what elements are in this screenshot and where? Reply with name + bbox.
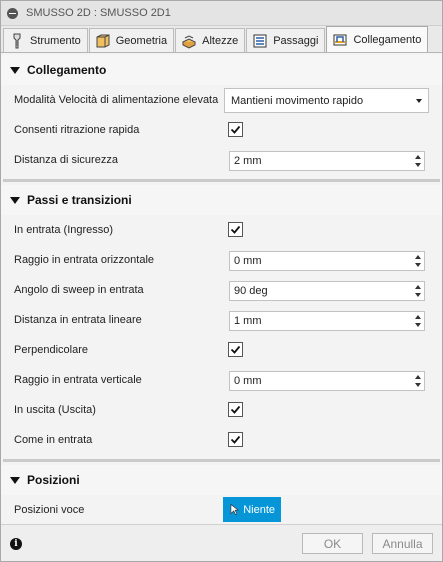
section-divider <box>3 179 440 182</box>
same-as-lead-in-checkbox[interactable] <box>228 432 243 447</box>
lead-out-row: In uscita (Uscita) <box>1 395 442 425</box>
window-title: SMUSSO 2D : SMUSSO 2D1 <box>26 7 171 19</box>
tab-label: Strumento <box>30 34 81 47</box>
linking-icon <box>332 32 348 48</box>
rapid-retract-row: Consenti ritrazione rapida <box>1 115 442 145</box>
collapse-icon[interactable] <box>7 62 23 78</box>
section-divider <box>3 459 440 462</box>
lead-in-label: In entrata (Ingresso) <box>14 224 114 236</box>
horiz-radius-row: Raggio in entrata orizzontale 0 mm <box>1 245 442 275</box>
passes-icon <box>252 33 268 49</box>
checkmark-icon <box>230 225 241 234</box>
dialog-window: SMUSSO 2D : SMUSSO 2D1 Strumento Geometr… <box>0 0 443 562</box>
tab-label: Altezze <box>202 34 239 47</box>
tab-label: Collegamento <box>353 33 422 46</box>
tab-strumento[interactable]: Strumento <box>3 28 88 52</box>
checkmark-icon <box>230 345 241 354</box>
cursor-icon <box>230 503 240 515</box>
title-bar: SMUSSO 2D : SMUSSO 2D1 <box>1 1 442 26</box>
section-title: Collegamento <box>27 63 107 77</box>
tab-geometria[interactable]: Geometria <box>88 28 175 52</box>
tool-icon <box>9 33 25 49</box>
linear-dist-label: Distanza in entrata lineare <box>14 314 142 326</box>
safe-distance-row: Distanza di sicurezza 2 mm <box>1 145 442 175</box>
info-icon[interactable]: i <box>10 538 22 550</box>
heights-icon <box>181 33 197 49</box>
safe-distance-input[interactable]: 2 mm <box>229 151 425 171</box>
spinner-arrows-icon[interactable] <box>412 312 424 330</box>
tab-altezze[interactable]: Altezze <box>175 28 246 52</box>
rapid-feed-row: Modalità Velocità di alimentazione eleva… <box>1 85 442 115</box>
safe-distance-label: Distanza di sicurezza <box>14 154 118 166</box>
horiz-radius-input[interactable]: 0 mm <box>229 251 425 271</box>
vert-radius-value: 0 mm <box>234 375 262 387</box>
horiz-radius-value: 0 mm <box>234 255 262 267</box>
cancel-button[interactable]: Annulla <box>372 533 433 554</box>
spinner-arrows-icon[interactable] <box>412 372 424 390</box>
spinner-arrows-icon[interactable] <box>412 282 424 300</box>
section-collegamento-header[interactable]: Collegamento <box>1 55 442 85</box>
lead-in-checkbox[interactable] <box>228 222 243 237</box>
same-as-lead-in-label: Come in entrata <box>14 434 93 446</box>
section-posizioni-header[interactable]: Posizioni <box>1 465 442 495</box>
perpendicular-checkbox[interactable] <box>228 342 243 357</box>
collapse-icon[interactable] <box>7 192 23 208</box>
rapid-feed-label: Modalità Velocità di alimentazione eleva… <box>14 94 219 106</box>
tab-bar: Strumento Geometria Altezze Passaggi Col… <box>1 26 442 53</box>
linear-dist-input[interactable]: 1 mm <box>229 311 425 331</box>
perpendicular-row: Perpendicolare <box>1 335 442 365</box>
spinner-arrows-icon[interactable] <box>412 252 424 270</box>
vert-radius-input[interactable]: 0 mm <box>229 371 425 391</box>
tab-label: Geometria <box>115 34 168 47</box>
rapid-retract-label: Consenti ritrazione rapida <box>14 124 140 136</box>
spinner-arrows-icon[interactable] <box>412 152 424 170</box>
lead-out-checkbox[interactable] <box>228 402 243 417</box>
sweep-angle-row: Angolo di sweep in entrata 90 deg <box>1 275 442 305</box>
linear-dist-value: 1 mm <box>234 315 262 327</box>
linear-dist-row: Distanza in entrata lineare 1 mm <box>1 305 442 335</box>
settings-panel: Collegamento Modalità Velocità di alimen… <box>1 53 442 525</box>
lead-in-row: In entrata (Ingresso) <box>1 215 442 245</box>
entry-positions-label: Posizioni voce <box>14 504 85 516</box>
entry-positions-select-button[interactable]: Niente <box>223 497 281 522</box>
sweep-angle-label: Angolo di sweep in entrata <box>14 284 144 296</box>
horiz-radius-label: Raggio in entrata orizzontale <box>14 254 155 266</box>
entry-positions-button-label: Niente <box>243 503 275 516</box>
checkmark-icon <box>230 435 241 444</box>
sweep-angle-value: 90 deg <box>234 285 268 297</box>
sweep-angle-input[interactable]: 90 deg <box>229 281 425 301</box>
collapse-icon[interactable] <box>7 472 23 488</box>
rapid-feed-value: Mantieni movimento rapido <box>231 95 364 107</box>
tab-collegamento[interactable]: Collegamento <box>326 26 429 52</box>
section-passi-header[interactable]: Passi e transizioni <box>1 185 442 215</box>
section-title: Passi e transizioni <box>27 193 132 207</box>
vert-radius-label: Raggio in entrata verticale <box>14 374 142 386</box>
tab-passaggi[interactable]: Passaggi <box>246 28 326 52</box>
geometry-icon <box>95 33 111 49</box>
tab-label: Passaggi <box>273 34 319 47</box>
checkmark-icon <box>230 125 241 134</box>
dialog-footer: i OK Annulla <box>1 524 442 561</box>
rapid-retract-checkbox[interactable] <box>228 122 243 137</box>
ok-button[interactable]: OK <box>302 533 363 554</box>
safe-distance-value: 2 mm <box>234 155 262 167</box>
rapid-feed-select[interactable]: Mantieni movimento rapido <box>224 88 429 113</box>
minimize-icon[interactable] <box>7 7 18 19</box>
same-as-lead-in-row: Come in entrata <box>1 425 442 455</box>
lead-out-label: In uscita (Uscita) <box>14 404 96 416</box>
chevron-down-icon <box>416 99 422 103</box>
entry-positions-row: Posizioni voce Niente <box>1 495 442 525</box>
perpendicular-label: Perpendicolare <box>14 344 88 356</box>
section-title: Posizioni <box>27 473 80 487</box>
vert-radius-row: Raggio in entrata verticale 0 mm <box>1 365 442 395</box>
checkmark-icon <box>230 405 241 414</box>
